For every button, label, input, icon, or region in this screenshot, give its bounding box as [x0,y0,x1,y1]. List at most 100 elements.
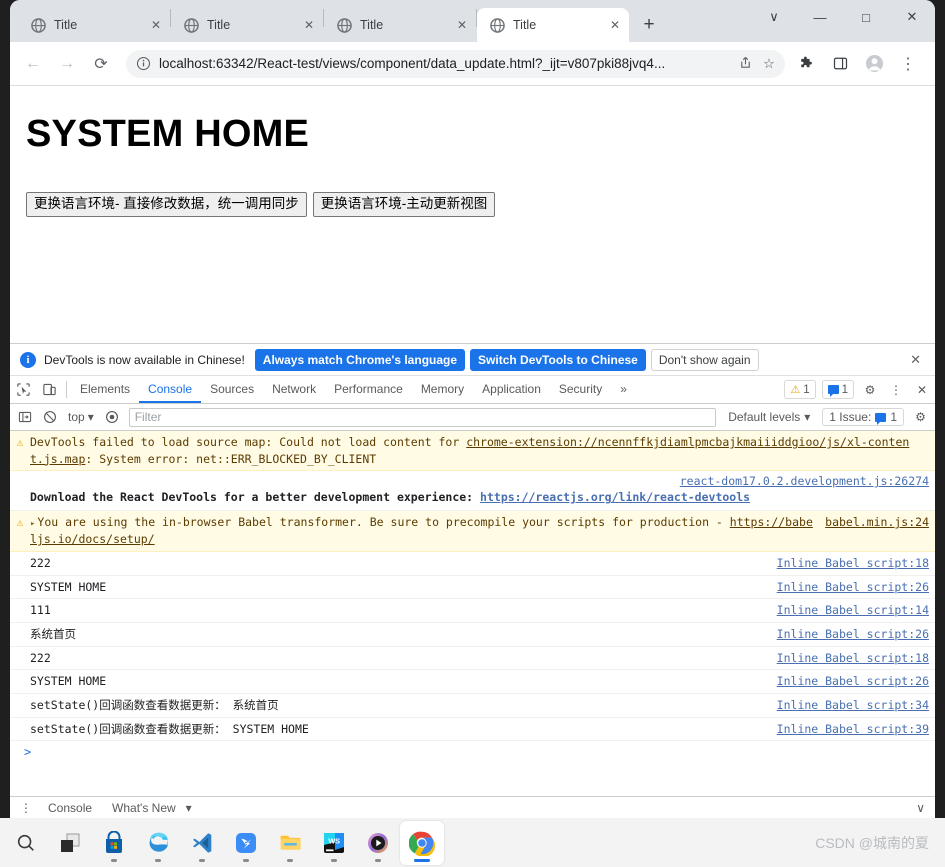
console-source-link[interactable]: Inline Babel script:26 [777,579,929,596]
clear-console-icon[interactable] [37,405,62,430]
change-locale-forceupdate-button[interactable]: 更换语言环境-主动更新视图 [312,192,496,218]
drawer-tab-console[interactable]: Console [38,801,102,815]
tab-close-icon[interactable]: ✕ [301,17,317,33]
log-gutter [10,626,30,643]
console-log-row[interactable]: SYSTEM HOME Inline Babel script:26 [10,670,935,695]
edge-icon[interactable] [136,821,180,865]
react-devtools-link[interactable]: https://reactjs.org/link/react-devtools [480,490,750,504]
console-message-react-devtools[interactable]: react-dom17.0.2.development.js:26274 Dow… [10,471,935,512]
back-icon[interactable]: ← [18,49,48,79]
levels-label: Default levels [728,410,801,424]
expand-arrow-icon[interactable]: ▸ [30,519,35,529]
console-log-row[interactable]: setState()回调函数查看数据更新： 系统首页 Inline Babel … [10,694,935,718]
console-input-prompt[interactable]: > [10,741,935,763]
dingtalk-icon[interactable] [224,821,268,865]
browser-tab-4-active[interactable]: Title ✕ [477,8,629,42]
console-log-row[interactable]: 222 Inline Babel script:18 [10,647,935,671]
devtools-tabs-overflow-icon[interactable]: » [611,376,636,403]
console-source-link[interactable]: Inline Babel script:26 [777,673,929,690]
new-tab-button[interactable]: + [635,11,663,39]
console-warning-sourcemap[interactable]: ⚠ DevTools failed to load source map: Co… [10,431,935,472]
forward-icon[interactable]: → [52,49,82,79]
console-filter-input[interactable]: Filter [128,407,717,427]
switch-devtools-chinese-button[interactable]: Switch DevTools to Chinese [470,348,646,371]
profile-avatar-icon[interactable] [859,49,889,79]
console-source-link[interactable]: babel.min.js:24 [825,514,929,531]
console-log-row[interactable]: setState()回调函数查看数据更新： SYSTEM HOME Inline… [10,718,935,742]
warning-count-badge[interactable]: ⚠ 1 [784,380,816,399]
live-expression-icon[interactable] [100,405,125,430]
console-source-link[interactable]: react-dom17.0.2.development.js:26274 [30,474,929,488]
vscode-icon[interactable] [180,821,224,865]
webstorm-icon[interactable]: WS [312,821,356,865]
toggle-device-toolbar-icon[interactable] [36,376,62,403]
console-warning-babel[interactable]: ⚠ ▸ You are using the in-browser Babel tr… [10,511,935,553]
browser-tab-2[interactable]: Title ✕ [171,8,323,42]
devtools-close-icon[interactable]: ✕ [909,376,935,403]
devtools-settings-icon[interactable]: ⚙ [857,376,883,403]
console-levels-selector[interactable]: Default levels ▾ [720,410,818,424]
banner-close-icon[interactable]: ✕ [904,352,927,368]
inspect-element-icon[interactable] [10,376,36,403]
tab-close-icon[interactable]: ✕ [148,17,164,33]
devtools-tab-security[interactable]: Security [550,376,611,403]
reload-icon[interactable]: ⟳ [86,49,116,79]
console-source-link[interactable]: Inline Babel script:34 [777,697,929,714]
chrome-icon[interactable] [400,820,444,865]
console-message-list[interactable]: ⚠ DevTools failed to load source map: Co… [10,431,935,796]
devtools-tab-sources[interactable]: Sources [201,376,263,403]
devtools-more-icon[interactable]: ⋮ [883,376,909,403]
message-count-badge[interactable]: 1 [821,380,854,399]
devtools-tab-elements[interactable]: Elements [71,376,139,403]
browser-tab-3[interactable]: Title ✕ [324,8,476,42]
console-log-row[interactable]: 111 Inline Babel script:14 [10,599,935,624]
devtools-tab-performance[interactable]: Performance [325,376,412,403]
microsoft-store-icon[interactable] [92,821,136,865]
console-source-link[interactable]: Inline Babel script:39 [777,721,929,738]
console-source-link[interactable]: Inline Babel script:18 [777,650,929,667]
minimize-button[interactable]: — [797,0,843,34]
drawer-more-icon[interactable]: ⋮ [14,801,38,815]
devtools-tab-network[interactable]: Network [263,376,325,403]
browser-tab-1[interactable]: Title ✕ [18,8,170,42]
drawer-tab-whats-new[interactable]: What's New [102,801,186,815]
tab-close-icon[interactable]: ✕ [607,17,623,33]
file-explorer-icon[interactable] [268,821,312,865]
share-icon[interactable] [738,55,753,73]
csdn-watermark: CSDN @城南的夏 [815,834,929,851]
tab-search-icon[interactable]: ∨ [751,0,797,34]
console-log-row[interactable]: SYSTEM HOME Inline Babel script:26 [10,576,935,600]
console-source-link[interactable]: Inline Babel script:18 [777,555,929,572]
console-sidebar-toggle-icon[interactable] [12,405,37,430]
execution-context-selector[interactable]: top ▾ [62,410,100,424]
drawer-collapse-icon[interactable]: ∨ [910,801,931,815]
devtools-tab-application[interactable]: Application [473,376,550,403]
always-match-language-button[interactable]: Always match Chrome's language [254,348,466,371]
address-bar[interactable]: localhost:63342/React-test/views/compone… [126,49,785,78]
console-log-row[interactable]: 222 Inline Babel script:18 [10,552,935,576]
console-source-link[interactable]: Inline Babel script:26 [777,626,929,643]
change-locale-direct-button[interactable]: 更换语言环境- 直接修改数据，统一调用同步 [26,192,307,218]
extensions-puzzle-icon[interactable] [791,49,821,79]
search-icon[interactable] [4,821,48,865]
media-player-icon[interactable] [356,821,400,865]
task-view-icon[interactable] [48,821,92,865]
devtools-tab-memory[interactable]: Memory [412,376,473,403]
close-window-button[interactable]: ✕ [889,0,935,34]
site-info-icon[interactable] [136,56,151,71]
browser-menu-icon[interactable]: ⋮ [893,49,923,79]
chevron-down-icon[interactable]: ▾ [186,801,192,815]
tab-close-icon[interactable]: ✕ [454,17,470,33]
maximize-button[interactable]: □ [843,0,889,34]
console-log-row[interactable]: 系统首页 Inline Babel script:26 [10,623,935,647]
issues-indicator[interactable]: 1 Issue: 1 [822,408,904,426]
devtools-tab-console[interactable]: Console [139,376,202,403]
dont-show-again-button[interactable]: Don't show again [650,348,759,371]
console-settings-icon[interactable]: ⚙ [908,405,933,430]
bookmark-star-icon[interactable]: ☆ [763,56,775,72]
console-message-text: Download the React DevTools for a better… [30,490,929,504]
warning-triangle-icon: ⚠ [790,384,801,396]
address-bar-url: localhost:63342/React-test/views/compone… [159,56,666,71]
console-source-link[interactable]: Inline Babel script:14 [777,602,929,619]
side-panel-icon[interactable] [825,49,855,79]
